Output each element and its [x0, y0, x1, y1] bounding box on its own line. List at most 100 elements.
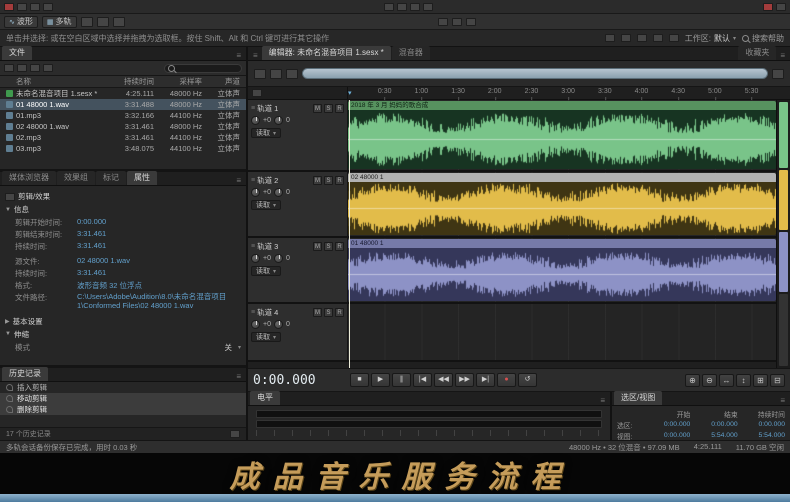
automation-mode-dropdown[interactable]: 读取 ▾: [251, 332, 282, 342]
import-file-icon[interactable]: [96, 16, 109, 27]
timeline-ruler[interactable]: ▾ 0:30 1:00 1:30 2:00 2:30 3:00 3:30 4:0…: [248, 87, 790, 100]
mute-button[interactable]: M: [313, 103, 322, 113]
tab-mixer[interactable]: 混音器: [391, 46, 430, 60]
volume-knob[interactable]: [251, 116, 260, 125]
track-header[interactable]: ≡ 轨道 4 M S R +0 0 读取 ▾: [248, 304, 348, 360]
rewind-button[interactable]: ◀◀: [434, 373, 453, 387]
metronome-icon[interactable]: [270, 68, 282, 79]
tab-files[interactable]: 文件: [2, 46, 32, 60]
playhead-line[interactable]: [349, 100, 350, 368]
timeline-navigator-bar[interactable]: [302, 68, 768, 79]
mixdown-icon[interactable]: [286, 68, 298, 79]
snap-icon[interactable]: [254, 68, 266, 79]
panel-menu-icon[interactable]: ≡: [233, 176, 244, 185]
file-row[interactable]: 02 48000 1.wav 3:31.461 48000 Hz 立体声: [0, 121, 246, 132]
zoom-vertical-icon[interactable]: ↕: [736, 373, 751, 387]
record-arm-button[interactable]: R: [335, 175, 344, 185]
insert-into-multitrack-icon[interactable]: [30, 64, 40, 72]
toolbar-icon[interactable]: [438, 17, 449, 26]
zoom-in-icon[interactable]: ⊕: [685, 373, 700, 387]
basic-settings-header[interactable]: ▶ 基本设置: [5, 316, 241, 327]
info-section-header[interactable]: ▼ 信息: [5, 204, 241, 215]
settings-icon[interactable]: [772, 68, 784, 79]
track-lane[interactable]: [348, 304, 776, 360]
tab-effects-rack[interactable]: 效果组: [57, 171, 95, 185]
toolbar-icon[interactable]: [17, 2, 27, 11]
panel-menu-icon[interactable]: ≡: [233, 51, 244, 60]
toolbar-icon[interactable]: [396, 2, 407, 11]
history-item[interactable]: 插入剪辑: [0, 382, 246, 393]
volume-knob[interactable]: [251, 320, 260, 329]
close-file-icon[interactable]: [43, 64, 53, 72]
scrollbar-thumb[interactable]: [779, 294, 788, 366]
toolbar-icon[interactable]: [776, 2, 786, 11]
panel-group-icon[interactable]: ≡: [250, 51, 261, 60]
files-search-input[interactable]: [164, 63, 242, 73]
pan-knob[interactable]: [273, 116, 283, 125]
razor-tool-icon[interactable]: [620, 34, 631, 42]
volume-knob[interactable]: [251, 188, 260, 197]
ruler-options-icon[interactable]: [252, 89, 262, 97]
tab-media-browser[interactable]: 媒体浏览器: [2, 171, 56, 185]
waveform-view-button[interactable]: ∿ 波形: [4, 15, 38, 28]
history-item[interactable]: 移动剪辑: [0, 393, 246, 404]
toolbar-icon[interactable]: [452, 17, 463, 26]
automation-mode-dropdown[interactable]: 读取 ▾: [251, 128, 282, 138]
zoom-horizontal-icon[interactable]: ↔: [719, 373, 734, 387]
search-help[interactable]: 搜索帮助: [742, 33, 784, 44]
loop-button[interactable]: ↺: [518, 373, 537, 387]
automation-mode-dropdown[interactable]: 读取 ▾: [251, 266, 282, 276]
toolbar-icon[interactable]: [30, 2, 40, 11]
slip-tool-icon[interactable]: [636, 34, 647, 42]
record-arm-button[interactable]: R: [335, 241, 344, 251]
zoom-selection-in-icon[interactable]: ⊞: [753, 373, 768, 387]
toolbar-icon[interactable]: [383, 2, 394, 11]
track-header[interactable]: ≡ 轨道 1 M S R +0 0 读取 ▾: [248, 100, 348, 170]
panel-menu-icon[interactable]: ≡: [597, 396, 608, 405]
audio-clip[interactable]: 02 48000 1: [348, 173, 776, 235]
mute-button[interactable]: M: [313, 307, 322, 317]
tab-editor[interactable]: 编辑器: 未命名混音项目 1.sesx *: [261, 46, 391, 60]
time-selection-tool-icon[interactable]: [652, 34, 663, 42]
panel-menu-icon[interactable]: ≡: [233, 372, 244, 381]
vertical-scrollbar[interactable]: [776, 100, 790, 368]
automation-mode-dropdown[interactable]: 读取 ▾: [251, 200, 282, 210]
track-lane[interactable]: 02 48000 1: [348, 172, 776, 236]
save-icon[interactable]: [112, 16, 125, 27]
pan-knob[interactable]: [273, 188, 283, 197]
open-file-icon[interactable]: [80, 16, 93, 27]
file-row[interactable]: 01.mp3 3:32.166 44100 Hz 立体声: [0, 110, 246, 121]
play-button[interactable]: ▶: [371, 373, 390, 387]
move-tool-icon[interactable]: [604, 34, 615, 42]
forward-button[interactable]: ▶▶: [455, 373, 474, 387]
track-lane[interactable]: 01 48000 1: [348, 238, 776, 302]
pan-knob[interactable]: [273, 320, 283, 329]
track-menu-icon[interactable]: ≡: [251, 243, 255, 250]
record-arm-button[interactable]: R: [335, 103, 344, 113]
tab-favorites[interactable]: 收藏夹: [738, 46, 777, 60]
skip-back-button[interactable]: |◀: [413, 373, 432, 387]
tab-history[interactable]: 历史记录: [2, 367, 48, 381]
track-header[interactable]: ≡ 轨道 2 M S R +0 0 读取 ▾: [248, 172, 348, 236]
pan-knob[interactable]: [273, 254, 283, 263]
solo-button[interactable]: S: [324, 241, 333, 251]
panel-menu-icon[interactable]: ≡: [777, 396, 788, 405]
multitrack-view-button[interactable]: ▦ 多轨: [41, 15, 77, 28]
track-name[interactable]: 轨道 2: [257, 175, 311, 186]
audio-clip[interactable]: 2018 年 3 月 妈妈的歌合成: [348, 101, 776, 169]
selection-row[interactable]: 选区: 0:00.000 0:00.000 0:00.000: [617, 419, 785, 430]
track-lane[interactable]: 2018 年 3 月 妈妈的歌合成: [348, 100, 776, 170]
toolbar-icon[interactable]: [409, 2, 420, 11]
history-item[interactable]: 删除剪辑: [0, 404, 246, 415]
solo-button[interactable]: S: [324, 103, 333, 113]
toolbar-icon[interactable]: [43, 2, 53, 11]
trash-icon[interactable]: [230, 430, 240, 438]
marquee-tool-icon[interactable]: [668, 34, 679, 42]
sync-status-icon[interactable]: [763, 2, 773, 11]
file-row[interactable]: 03.mp3 3:48.075 44100 Hz 立体声: [0, 143, 246, 154]
zoom-selection-out-icon[interactable]: ⊟: [770, 373, 785, 387]
audio-clip[interactable]: 01 48000 1: [348, 239, 776, 301]
new-file-icon[interactable]: [17, 64, 27, 72]
stretch-header[interactable]: ▼ 伸缩: [5, 329, 241, 340]
track-name[interactable]: 轨道 3: [257, 241, 311, 252]
